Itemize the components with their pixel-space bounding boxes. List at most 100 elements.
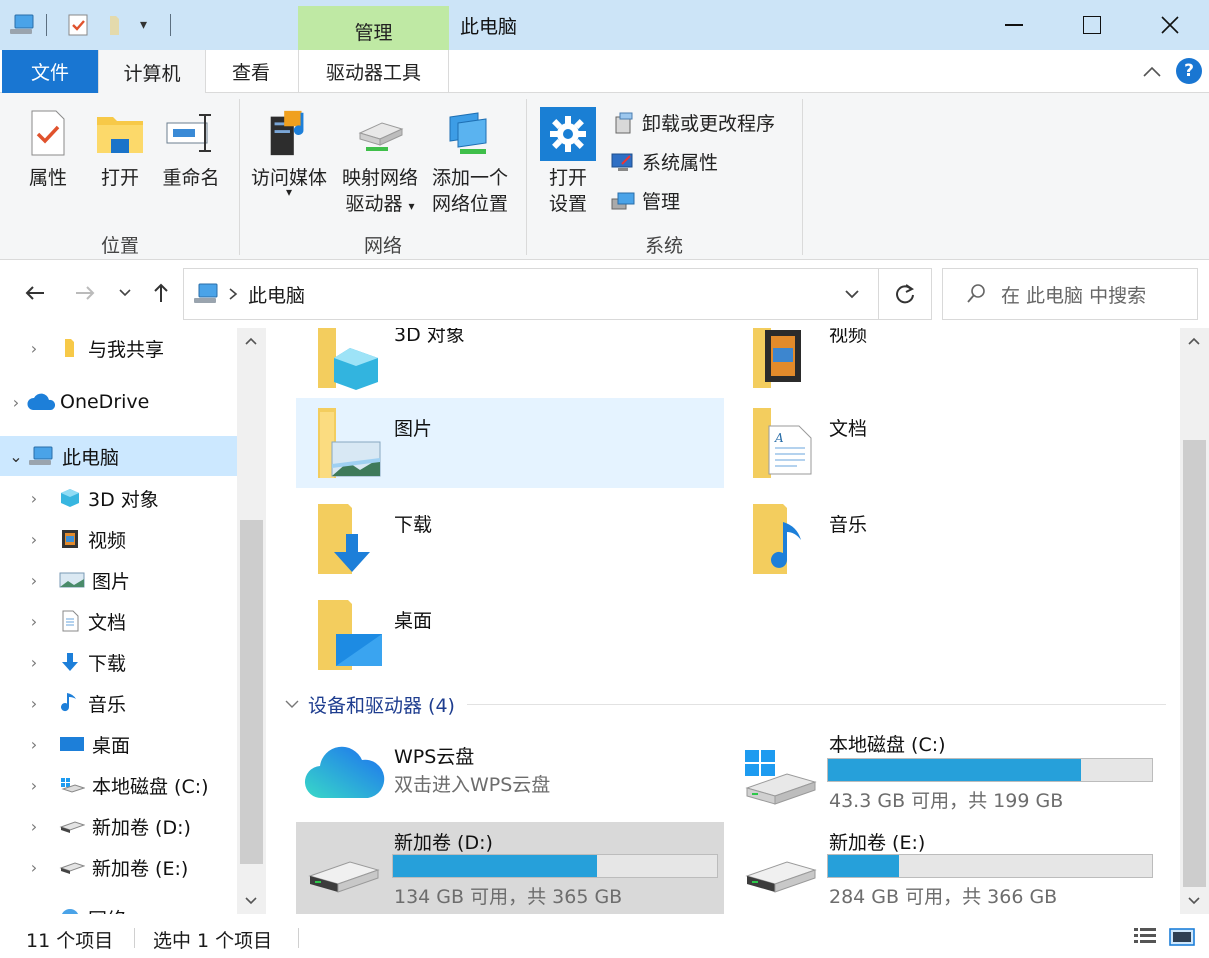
- wps-cloud-icon: [304, 746, 385, 799]
- system-properties-button[interactable]: 系统属性: [610, 148, 718, 175]
- rename-button[interactable]: 重命名: [158, 107, 224, 191]
- folder-tile-documents[interactable]: A 文档: [731, 398, 1159, 488]
- back-button[interactable]: [22, 280, 48, 306]
- manage-context-tab[interactable]: 管理: [298, 6, 449, 50]
- chevron-right-icon[interactable]: ›: [24, 530, 44, 549]
- open-settings-label-2: 设置: [548, 193, 587, 215]
- search-input[interactable]: 在 此电脑 中搜索: [1001, 281, 1146, 308]
- nav-item-documents[interactable]: › 文档: [0, 601, 237, 641]
- chevron-right-icon[interactable]: ›: [6, 393, 26, 412]
- forward-button[interactable]: [72, 280, 98, 306]
- add-network-location-button[interactable]: 添加一个 网络位置: [426, 107, 514, 217]
- chevron-right-icon[interactable]: ›: [24, 858, 44, 877]
- nav-item-this-pc[interactable]: ⌄ 此电脑: [0, 436, 237, 476]
- scroll-down-icon[interactable]: [244, 896, 258, 906]
- address-bar[interactable]: 此电脑: [183, 268, 879, 320]
- nav-item-network[interactable]: › 网络: [0, 898, 237, 914]
- nav-item-downloads[interactable]: › 下载: [0, 642, 237, 682]
- uninstall-program-button[interactable]: 卸载或更改程序: [612, 109, 775, 136]
- nav-item-3d-objects[interactable]: › 3D 对象: [0, 478, 237, 518]
- device-tile-drive-e[interactable]: 新加卷 (E:) 284 GB 可用，共 366 GB: [731, 822, 1159, 914]
- nav-label: 文档: [88, 611, 127, 634]
- drive-usage-fill: [393, 855, 598, 877]
- chevron-right-icon[interactable]: ›: [24, 817, 44, 836]
- device-tile-drive-d[interactable]: 新加卷 (D:) 134 GB 可用，共 365 GB: [296, 822, 724, 914]
- devices-group-header[interactable]: 设备和驱动器 (4): [284, 690, 1166, 718]
- desktop-icon: [58, 732, 86, 756]
- folder-tile-pictures[interactable]: 图片: [296, 398, 724, 488]
- nav-item-videos[interactable]: › 视频: [0, 519, 237, 559]
- network-icon: [58, 906, 82, 914]
- chevron-right-icon[interactable]: ›: [24, 612, 44, 631]
- chevron-right-icon[interactable]: ›: [24, 571, 44, 590]
- properties-qat-icon[interactable]: [66, 12, 90, 38]
- nav-item-pictures[interactable]: › 图片: [0, 560, 237, 600]
- scroll-up-icon[interactable]: [244, 336, 258, 346]
- computer-icon: [26, 444, 56, 468]
- new-folder-qat-icon[interactable]: [104, 12, 128, 38]
- chevron-down-icon[interactable]: ⌄: [6, 447, 26, 466]
- group-collapse-chevron-icon[interactable]: [284, 699, 300, 709]
- chevron-right-icon[interactable]: ›: [24, 653, 44, 672]
- nav-item-onedrive[interactable]: › OneDrive: [0, 382, 237, 422]
- nav-item-drive-e[interactable]: › 新加卷 (E:): [0, 847, 237, 887]
- address-dropdown-icon[interactable]: [844, 289, 860, 299]
- nav-item-desktop[interactable]: › 桌面: [0, 724, 237, 764]
- manage-button[interactable]: 管理: [610, 187, 680, 214]
- tab-file[interactable]: 文件: [2, 50, 98, 93]
- details-view-icon[interactable]: [1132, 926, 1158, 948]
- search-box[interactable]: 在 此电脑 中搜索: [942, 268, 1198, 320]
- open-button[interactable]: 打开: [92, 107, 148, 191]
- drive-icon: [58, 814, 86, 838]
- nav-item-drive-d[interactable]: › 新加卷 (D:): [0, 806, 237, 846]
- recent-locations-button[interactable]: [112, 280, 138, 306]
- nav-item-music[interactable]: › 音乐: [0, 683, 237, 723]
- close-icon: [1161, 16, 1179, 34]
- folder-tile-desktop[interactable]: 桌面: [296, 590, 724, 680]
- up-button[interactable]: [148, 280, 174, 306]
- drive-usage-bar: [392, 854, 718, 878]
- forward-arrow-icon: [76, 286, 95, 300]
- chevron-right-icon[interactable]: ›: [24, 339, 44, 358]
- chevron-right-icon[interactable]: ›: [24, 735, 44, 754]
- nav-label: 3D 对象: [88, 488, 159, 511]
- close-button[interactable]: [1131, 0, 1209, 50]
- 3d-objects-icon: [58, 486, 82, 510]
- device-tile-drive-c[interactable]: 本地磁盘 (C:) 43.3 GB 可用，共 199 GB: [731, 726, 1159, 818]
- chevron-right-icon[interactable]: ›: [24, 694, 44, 713]
- computer-icon[interactable]: [8, 12, 36, 38]
- refresh-button[interactable]: [879, 268, 932, 320]
- nav-item-drive-c[interactable]: › 本地磁盘 (C:): [0, 765, 237, 805]
- scroll-up-icon[interactable]: [1187, 336, 1201, 346]
- folder-tile-music[interactable]: 音乐: [731, 494, 1159, 584]
- map-network-drive-button[interactable]: 映射网络 驱动器 ▾: [336, 107, 424, 219]
- maximize-button[interactable]: [1053, 0, 1131, 50]
- tab-computer[interactable]: 计算机: [98, 50, 206, 94]
- folder-name: 3D 对象: [394, 328, 465, 346]
- device-tile-wps-cloud[interactable]: WPS云盘 双击进入WPS云盘: [296, 726, 724, 818]
- ribbon: 属性 打开 重命名 位置 访问媒体 ▾ 映射网络 驱动器 ▾ 添加一个 网络位置: [0, 93, 1209, 260]
- content-scrollbar-thumb[interactable]: [1183, 440, 1206, 887]
- tab-drive-tools[interactable]: 驱动器工具: [298, 50, 449, 93]
- help-icon[interactable]: ?: [1176, 58, 1202, 84]
- breadcrumb[interactable]: 此电脑: [248, 281, 305, 308]
- folder-tile-videos[interactable]: 视频: [731, 328, 1159, 388]
- properties-button[interactable]: 属性: [20, 107, 76, 191]
- folder-tile-downloads[interactable]: 下载: [296, 494, 724, 584]
- chevron-right-icon[interactable]: ›: [24, 489, 44, 508]
- minimize-button[interactable]: [975, 0, 1053, 50]
- collapse-ribbon-icon[interactable]: [1140, 60, 1164, 84]
- videos-folder-icon: [753, 328, 801, 388]
- customize-qat-icon[interactable]: ▾: [140, 12, 147, 38]
- tab-view[interactable]: 查看: [206, 50, 296, 93]
- folder-tile-3d-objects[interactable]: 3D 对象: [296, 328, 724, 390]
- nav-scrollbar-thumb[interactable]: [240, 520, 263, 864]
- folder-name: 桌面: [394, 610, 433, 632]
- large-icons-view-icon[interactable]: [1168, 926, 1196, 948]
- device-description: 双击进入WPS云盘: [394, 774, 551, 796]
- scroll-down-icon[interactable]: [1187, 896, 1201, 906]
- chevron-right-icon[interactable]: ›: [24, 776, 44, 795]
- access-media-button[interactable]: 访问媒体 ▾: [246, 107, 332, 198]
- nav-item-shared[interactable]: › 与我共享: [0, 328, 237, 368]
- open-settings-button[interactable]: 打开 设置: [538, 107, 598, 217]
